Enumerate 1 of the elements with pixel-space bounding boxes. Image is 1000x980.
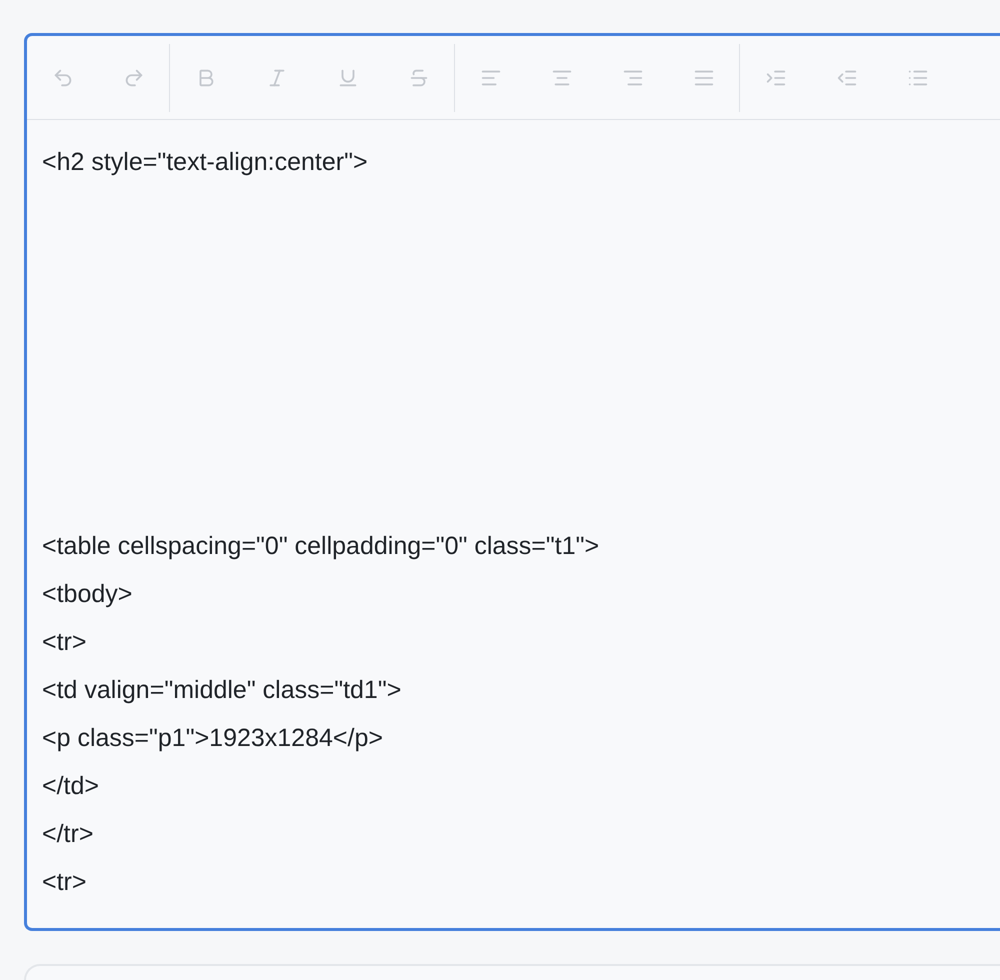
undo-icon [52,66,74,88]
